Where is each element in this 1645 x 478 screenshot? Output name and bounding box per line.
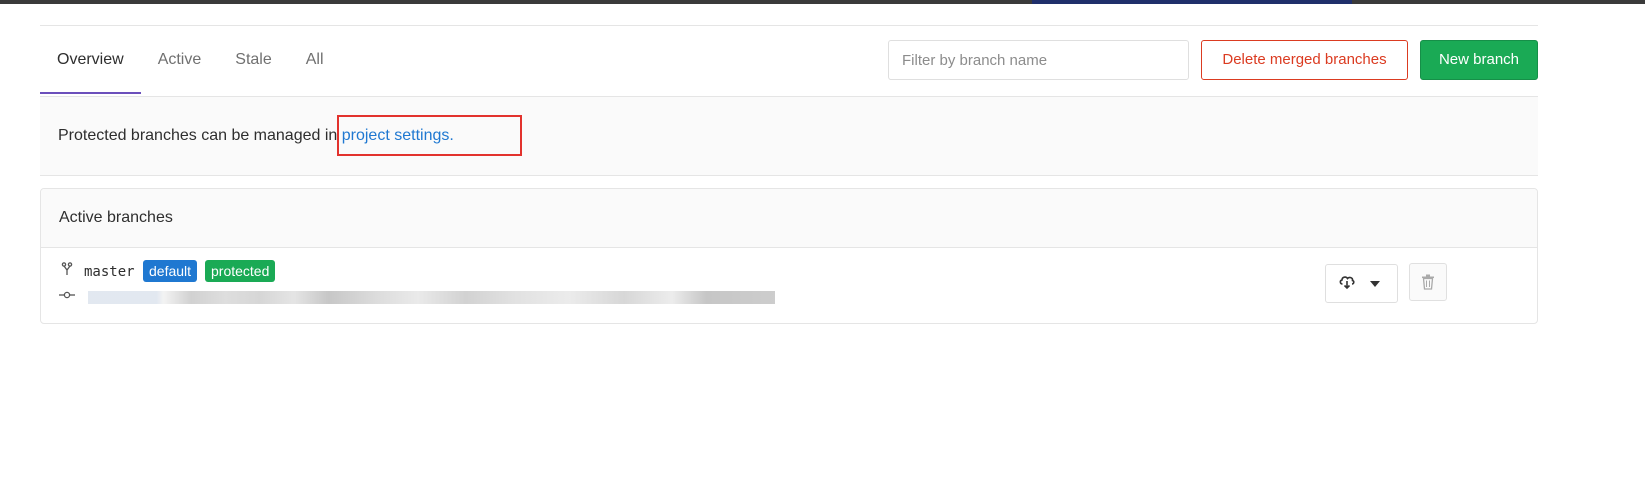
branches-page: Overview Active Stale All Delete merged … (40, 25, 1538, 324)
highlight-box (337, 115, 522, 156)
cloud-download-icon (1338, 273, 1356, 296)
panel-title: Active branches (41, 189, 1537, 248)
default-badge: default (143, 260, 198, 282)
new-branch-button[interactable]: New branch (1420, 40, 1538, 80)
window-top-strip (0, 0, 1645, 4)
tab-stale[interactable]: Stale (218, 26, 288, 94)
branch-filter-input[interactable] (888, 40, 1189, 80)
active-branches-panel: Active branches master default protected (40, 188, 1538, 324)
branch-row: master default protected (41, 248, 1537, 324)
branches-toolbar: Overview Active Stale All Delete merged … (40, 25, 1538, 97)
notice-text: Protected branches can be managed in (58, 127, 342, 144)
delete-branch-button[interactable] (1409, 263, 1447, 301)
branch-tabs: Overview Active Stale All (40, 26, 341, 96)
delete-merged-branches-button[interactable]: Delete merged branches (1201, 40, 1408, 80)
chevron-down-icon (1370, 281, 1380, 287)
branch-icon (61, 262, 73, 279)
top-strip-accent (1032, 0, 1352, 4)
tab-all[interactable]: All (289, 26, 341, 94)
protected-badge: protected (205, 260, 276, 282)
branch-name[interactable]: master (84, 264, 135, 280)
redacted-commit-info (88, 291, 775, 304)
protected-branches-notice: Protected branches can be managed in pro… (40, 97, 1538, 176)
tab-active[interactable]: Active (141, 26, 219, 94)
commit-icon (59, 288, 75, 303)
download-dropdown-button[interactable] (1325, 264, 1398, 303)
tab-overview[interactable]: Overview (40, 26, 141, 94)
trash-icon (1422, 274, 1434, 290)
